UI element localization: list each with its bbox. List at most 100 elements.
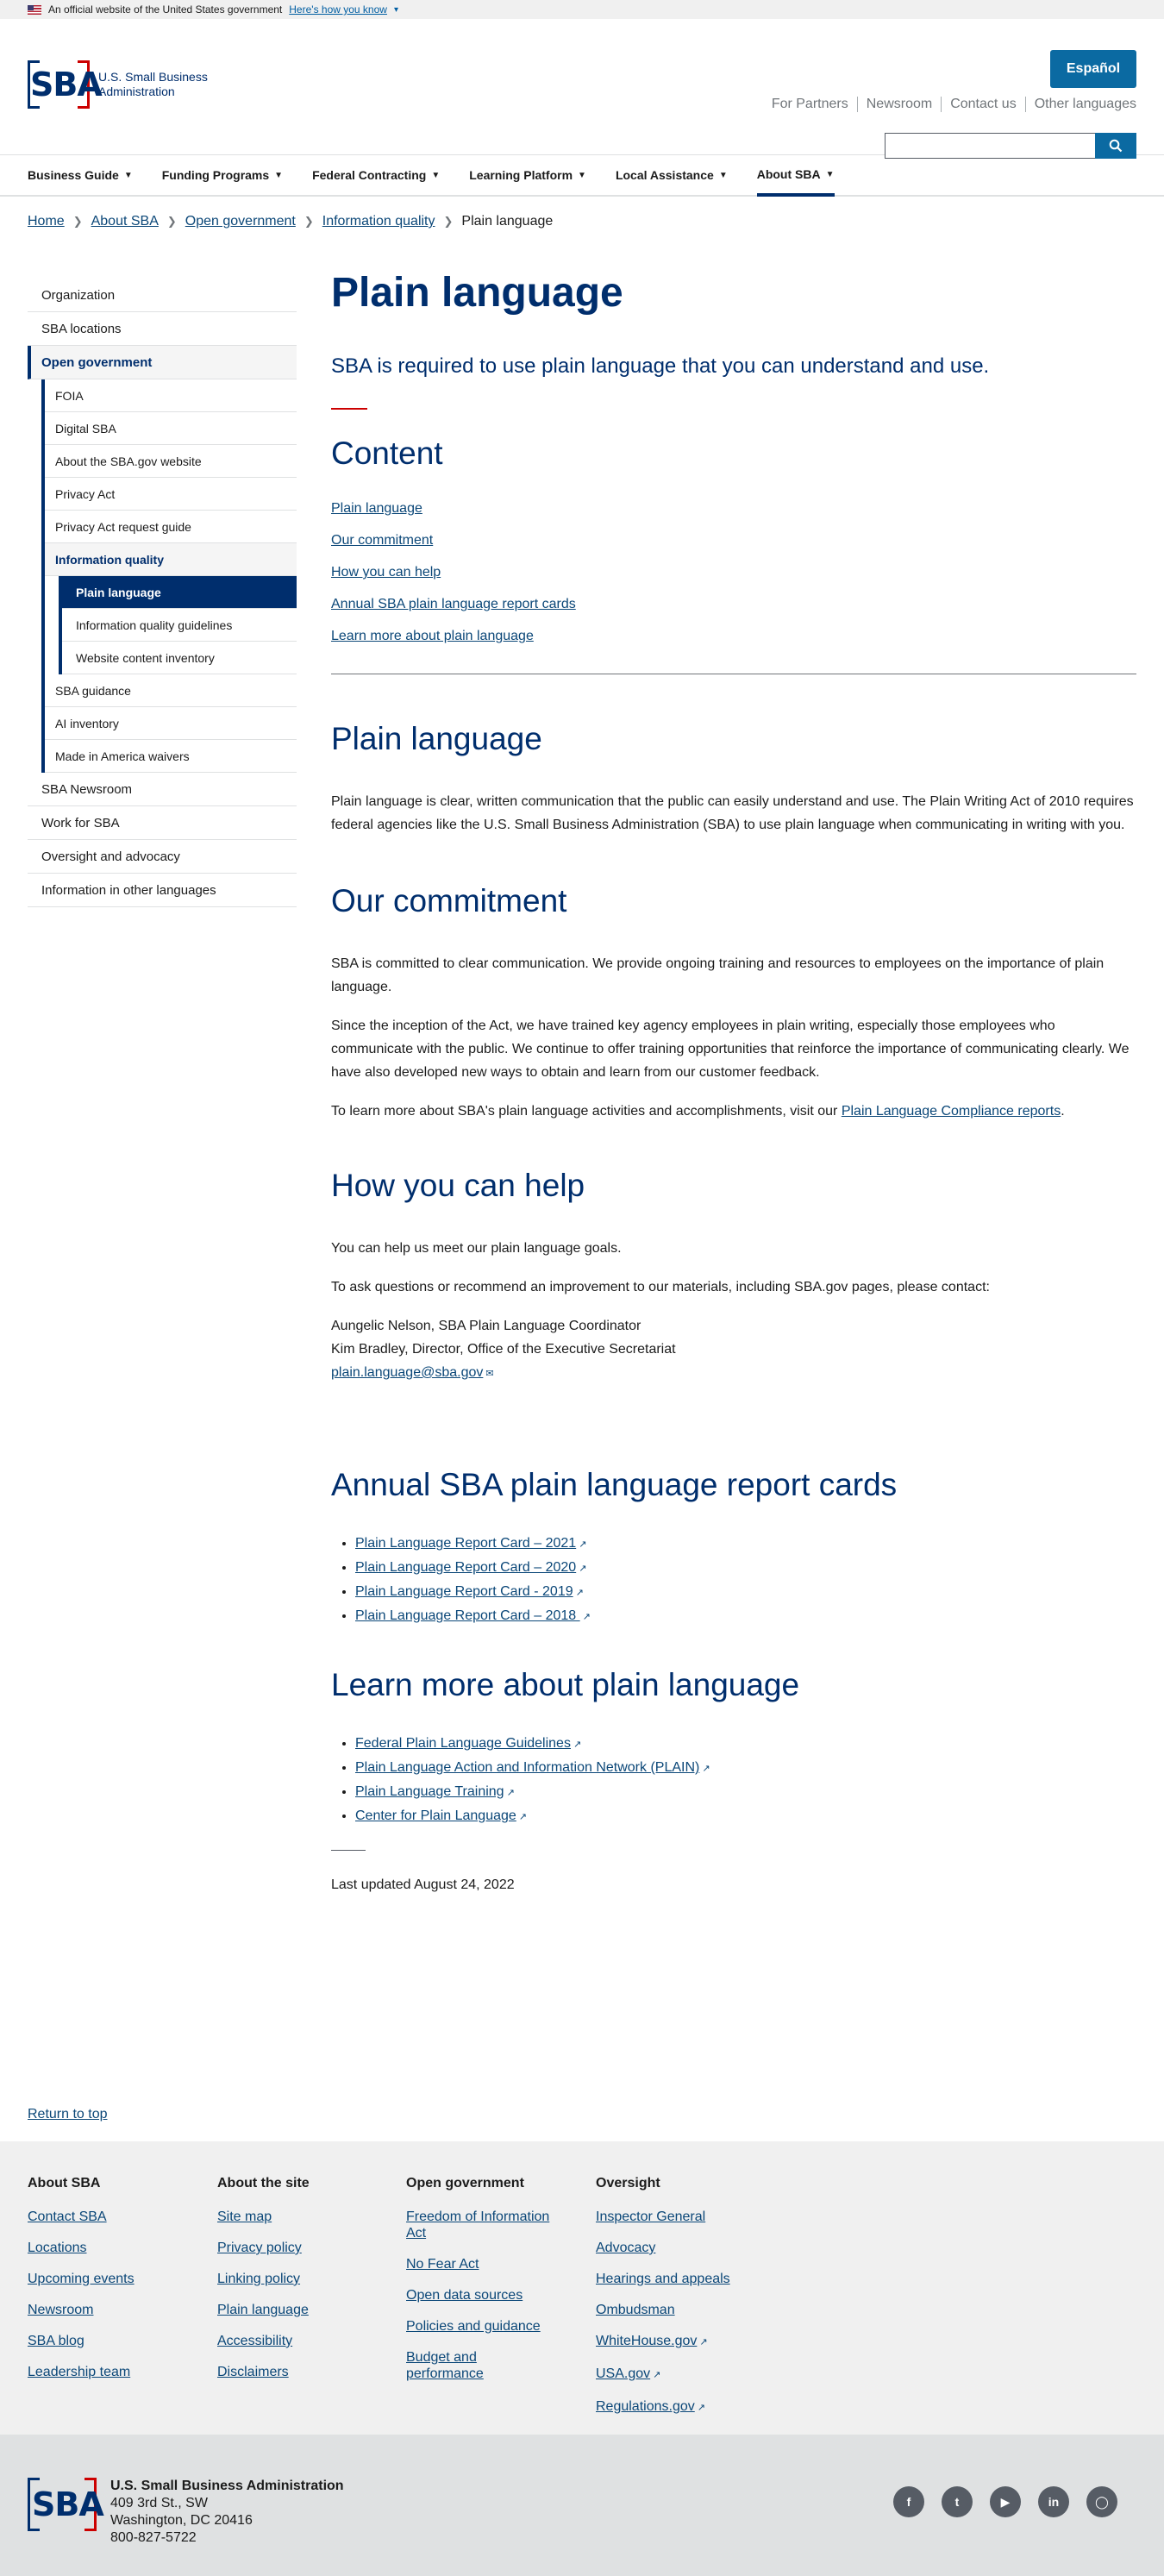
- footer-heading: About SBA: [28, 2176, 101, 2191]
- footer-link-regulations-gov[interactable]: Regulations.gov: [596, 2399, 695, 2414]
- breadcrumb-open-government[interactable]: Open government: [185, 214, 296, 229]
- nav-federal-contracting[interactable]: Federal Contracting ▼: [312, 155, 469, 195]
- footer-link-locations[interactable]: Locations: [28, 2241, 87, 2255]
- list-item: Federal Plain Language Guidelines↗: [355, 1736, 1136, 1752]
- sba-footer-logo[interactable]: SBA: [28, 2478, 104, 2531]
- other-languages-link[interactable]: Other languages: [1026, 97, 1136, 112]
- toc-link-plain-language[interactable]: Plain language: [331, 501, 422, 516]
- sidenav-item-foia[interactable]: FOIA: [45, 379, 297, 412]
- sidenav-item-oversight-and-advocacy[interactable]: Oversight and advocacy: [28, 840, 297, 874]
- toc-link-report-cards[interactable]: Annual SBA plain language report cards: [331, 597, 576, 611]
- footer-link-policies-guidance[interactable]: Policies and guidance: [406, 2319, 541, 2334]
- footer-address: U.S. Small Business Administration 409 3…: [110, 2479, 344, 2545]
- footer-link-open-data[interactable]: Open data sources: [406, 2288, 523, 2303]
- commitment-paragraph-2: Since the inception of the Act, we have …: [331, 1018, 1130, 1080]
- report-card-2021-link[interactable]: Plain Language Report Card – 2021: [355, 1536, 576, 1551]
- sidenav-item-information-quality-guidelines[interactable]: Information quality guidelines: [62, 609, 297, 642]
- plain-network-link[interactable]: Plain Language Action and Information Ne…: [355, 1760, 699, 1775]
- report-card-2019-link[interactable]: Plain Language Report Card - 2019: [355, 1584, 573, 1599]
- breadcrumb-information-quality[interactable]: Information quality: [322, 214, 435, 229]
- footer-col-about-sba: About SBA Contact SBA Locations Upcoming…: [28, 2176, 200, 2395]
- contact-email-link[interactable]: plain.language@sba.gov: [331, 1365, 483, 1380]
- sidenav-item-information-quality[interactable]: Information quality: [45, 543, 297, 576]
- nav-local-assistance[interactable]: Local Assistance ▼: [616, 155, 757, 195]
- footer-link-advocacy[interactable]: Advocacy: [596, 2241, 655, 2255]
- footer-link-contact-sba[interactable]: Contact SBA: [28, 2209, 107, 2224]
- section-heading-report-cards: Annual SBA plain language report cards: [331, 1467, 898, 1502]
- breadcrumb-about-sba[interactable]: About SBA: [91, 214, 159, 229]
- footer-col-about-site: About the site Site map Privacy policy L…: [217, 2176, 390, 2395]
- return-to-top-link[interactable]: Return to top: [28, 2107, 108, 2122]
- sidenav-item-digital-sba[interactable]: Digital SBA: [45, 412, 297, 445]
- toc-link-learn-more[interactable]: Learn more about plain language: [331, 629, 534, 643]
- footer-link-site-map[interactable]: Site map: [217, 2209, 272, 2224]
- heres-how-you-know-link[interactable]: Here's how you know: [289, 3, 387, 16]
- nav-learning-platform[interactable]: Learning Platform ▼: [469, 155, 616, 195]
- help-paragraph-1: You can help us meet our plain language …: [331, 1241, 622, 1256]
- sidenav-item-work-for-sba[interactable]: Work for SBA: [28, 806, 297, 840]
- instagram-icon[interactable]: ◯: [1086, 2486, 1117, 2517]
- sidenav-item-sba-locations[interactable]: SBA locations: [28, 312, 297, 346]
- footer-link-usa-gov[interactable]: USA.gov: [596, 2366, 650, 2381]
- sidenav-item-website-content-inventory[interactable]: Website content inventory: [62, 642, 297, 674]
- contact-us-link[interactable]: Contact us: [942, 97, 1026, 112]
- list-item: Plain Language Report Card – 2018 ↗: [355, 1608, 1136, 1624]
- sidenav-item-sba-newsroom[interactable]: SBA Newsroom: [28, 773, 297, 806]
- footer-link-disclaimers[interactable]: Disclaimers: [217, 2365, 289, 2379]
- compliance-reports-link[interactable]: Plain Language Compliance reports: [842, 1104, 1061, 1119]
- center-for-plain-language-link[interactable]: Center for Plain Language: [355, 1808, 516, 1823]
- newsroom-link[interactable]: Newsroom: [858, 97, 942, 112]
- footer-link-upcoming-events[interactable]: Upcoming events: [28, 2272, 135, 2286]
- footer-link-accessibility[interactable]: Accessibility: [217, 2334, 292, 2348]
- report-card-2018-link[interactable]: Plain Language Report Card – 2018: [355, 1608, 580, 1623]
- toc-link-our-commitment[interactable]: Our commitment: [331, 533, 433, 548]
- section-heading-learn-more: Learn more about plain language: [331, 1667, 800, 1702]
- facebook-icon[interactable]: f: [893, 2486, 924, 2517]
- search-input[interactable]: [885, 133, 1095, 159]
- for-partners-link[interactable]: For Partners: [763, 97, 858, 112]
- sidenav-item-open-government[interactable]: Open government: [28, 346, 297, 379]
- search-button[interactable]: [1095, 133, 1136, 159]
- commitment-paragraph-1: SBA is committed to clear communication.…: [331, 956, 1105, 994]
- footer-link-plain-language[interactable]: Plain language: [217, 2303, 309, 2317]
- footer-link-newsroom[interactable]: Newsroom: [28, 2303, 93, 2317]
- sidenav-item-other-languages[interactable]: Information in other languages: [28, 874, 297, 907]
- sidenav-item-ai-inventory[interactable]: AI inventory: [45, 707, 297, 740]
- nav-business-guide[interactable]: Business Guide ▼: [28, 155, 162, 195]
- chevron-down-icon[interactable]: ▾: [394, 5, 398, 15]
- sidenav-item-made-in-america-waivers[interactable]: Made in America waivers: [45, 740, 297, 773]
- footer-link-leadership-team[interactable]: Leadership team: [28, 2365, 130, 2379]
- footer-link-whitehouse[interactable]: WhiteHouse.gov: [596, 2334, 697, 2348]
- nav-about-sba[interactable]: About SBA ▼: [756, 155, 835, 197]
- report-card-2020-link[interactable]: Plain Language Report Card – 2020: [355, 1560, 576, 1575]
- toc-link-how-you-can-help[interactable]: How you can help: [331, 565, 441, 580]
- breadcrumb-home[interactable]: Home: [28, 214, 65, 229]
- contact-director: Kim Bradley, Director, Office of the Exe…: [331, 1342, 676, 1357]
- footer-link-ombudsman[interactable]: Ombudsman: [596, 2303, 675, 2317]
- sidenav-item-sba-guidance[interactable]: SBA guidance: [45, 674, 297, 707]
- linkedin-icon[interactable]: in: [1038, 2486, 1069, 2517]
- footer-link-sba-blog[interactable]: SBA blog: [28, 2334, 84, 2348]
- chevron-down-icon: ▼: [123, 170, 133, 180]
- sidenav-item-about-website[interactable]: About the SBA.gov website: [45, 445, 297, 478]
- sidenav-item-privacy-act[interactable]: Privacy Act: [45, 478, 297, 511]
- nav-funding-programs[interactable]: Funding Programs ▼: [162, 155, 312, 195]
- page-intro: SBA is required to use plain language th…: [331, 354, 990, 378]
- footer-link-foia[interactable]: Freedom of Information Act: [406, 2209, 549, 2241]
- footer-link-inspector-general[interactable]: Inspector General: [596, 2209, 705, 2224]
- youtube-icon[interactable]: ▶: [990, 2486, 1021, 2517]
- chevron-down-icon: ▼: [578, 170, 586, 180]
- sba-logo[interactable]: SBA U.S. Small Business Administration: [28, 60, 219, 109]
- footer-link-linking-policy[interactable]: Linking policy: [217, 2272, 300, 2286]
- footer-link-no-fear-act[interactable]: No Fear Act: [406, 2257, 479, 2272]
- federal-guidelines-link[interactable]: Federal Plain Language Guidelines: [355, 1736, 571, 1751]
- sidenav-item-plain-language[interactable]: Plain language: [62, 576, 297, 609]
- twitter-icon[interactable]: t: [942, 2486, 973, 2517]
- plain-language-training-link[interactable]: Plain Language Training: [355, 1784, 504, 1799]
- espanol-button[interactable]: Español: [1050, 50, 1136, 88]
- footer-link-hearings-appeals[interactable]: Hearings and appeals: [596, 2272, 730, 2286]
- sidenav-item-privacy-act-request-guide[interactable]: Privacy Act request guide: [45, 511, 297, 543]
- footer-link-privacy-policy[interactable]: Privacy policy: [217, 2241, 302, 2255]
- footer-link-budget-performance[interactable]: Budget and performance: [406, 2350, 484, 2381]
- sidenav-item-organization[interactable]: Organization: [28, 279, 297, 312]
